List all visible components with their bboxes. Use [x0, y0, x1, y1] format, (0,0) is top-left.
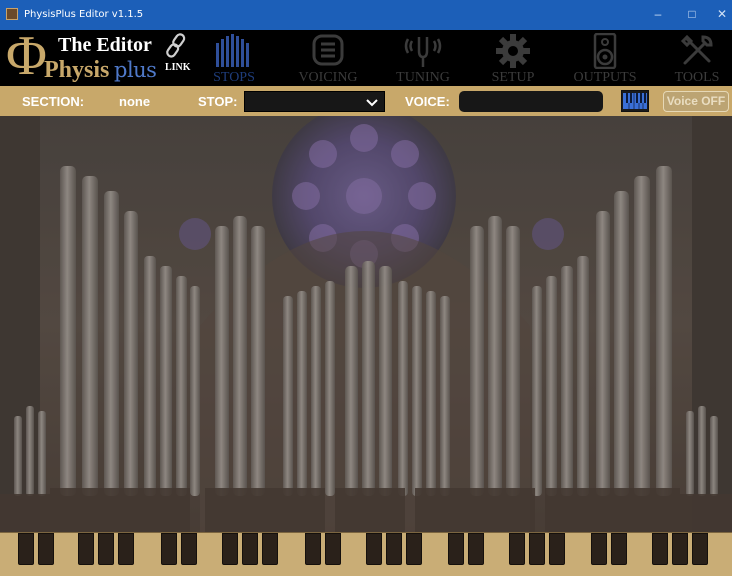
- minimize-button[interactable]: –: [650, 6, 666, 22]
- window-title: PhysisPlus Editor v1.1.5: [24, 9, 144, 20]
- tab-tools-label: TOOLS: [674, 70, 720, 85]
- brand-name: Physis: [44, 57, 110, 83]
- black-key[interactable]: [181, 533, 197, 565]
- tools-icon: [680, 34, 713, 65]
- stop-dropdown[interactable]: [244, 91, 385, 112]
- black-key[interactable]: [325, 533, 341, 565]
- voice-label: VOICE:: [405, 94, 450, 109]
- voicing-icon: [312, 34, 344, 66]
- black-key[interactable]: [611, 533, 627, 565]
- keyboard-button[interactable]: [621, 90, 649, 112]
- black-key[interactable]: [468, 533, 484, 565]
- tab-voicing-label: VOICING: [298, 70, 358, 85]
- tab-tuning[interactable]: TUNING: [392, 30, 454, 86]
- keyboard-icon: [623, 93, 647, 109]
- chevron-down-icon: [366, 99, 378, 107]
- black-key[interactable]: [262, 533, 278, 565]
- tuning-fork-icon: [404, 37, 442, 67]
- organ-facade-image: [0, 116, 732, 532]
- black-key[interactable]: [305, 533, 321, 565]
- section-label: SECTION:: [22, 94, 85, 109]
- brand-plus: plus: [114, 58, 157, 82]
- title-bar: PhysisPlus Editor v1.1.5 – □ ✕: [0, 0, 732, 30]
- tab-setup[interactable]: SETUP: [485, 30, 541, 86]
- black-key[interactable]: [386, 533, 402, 565]
- black-key[interactable]: [692, 533, 708, 565]
- tab-voicing[interactable]: VOICING: [293, 30, 363, 86]
- section-value: none: [119, 94, 151, 109]
- tab-setup-label: SETUP: [491, 70, 535, 85]
- gear-icon: [496, 34, 530, 68]
- black-key[interactable]: [78, 533, 94, 565]
- black-key[interactable]: [529, 533, 545, 565]
- stop-label: STOP:: [198, 94, 238, 109]
- close-button[interactable]: ✕: [714, 6, 730, 22]
- maximize-button[interactable]: □: [684, 6, 700, 22]
- main-toolbar: Φ The Editor Physis plus LINK STOPS VOIC…: [0, 25, 732, 87]
- section-bar: SECTION: none STOP: VOICE: Voice OFF: [0, 86, 732, 116]
- speaker-icon: [593, 33, 617, 69]
- black-key[interactable]: [509, 533, 525, 565]
- black-key[interactable]: [18, 533, 34, 565]
- black-key[interactable]: [652, 533, 668, 565]
- black-key[interactable]: [222, 533, 238, 565]
- tab-tools[interactable]: TOOLS: [670, 30, 724, 86]
- black-key[interactable]: [549, 533, 565, 565]
- brand-title: The Editor: [58, 34, 152, 56]
- piano-keyboard[interactable]: [0, 532, 732, 576]
- phi-logo-icon: Φ: [6, 25, 47, 87]
- black-key[interactable]: [448, 533, 464, 565]
- black-key[interactable]: [366, 533, 382, 565]
- tab-tuning-label: TUNING: [396, 70, 450, 85]
- organ-pipes-icon: [216, 34, 249, 67]
- tab-outputs-label: OUTPUTS: [573, 70, 637, 85]
- link-label[interactable]: LINK: [165, 62, 191, 73]
- black-key[interactable]: [242, 533, 258, 565]
- link-icon[interactable]: [164, 32, 190, 60]
- app-icon: [6, 8, 18, 20]
- organ-image: [0, 116, 732, 532]
- black-key[interactable]: [118, 533, 134, 565]
- black-key[interactable]: [38, 533, 54, 565]
- tab-stops[interactable]: STOPS: [203, 30, 265, 86]
- black-key[interactable]: [406, 533, 422, 565]
- black-key[interactable]: [672, 533, 688, 565]
- black-key[interactable]: [591, 533, 607, 565]
- black-key[interactable]: [98, 533, 114, 565]
- voice-field[interactable]: [459, 91, 603, 112]
- tab-stops-label: STOPS: [213, 70, 255, 85]
- voice-toggle-button[interactable]: Voice OFF: [663, 91, 729, 112]
- tab-outputs[interactable]: OUTPUTS: [572, 30, 638, 86]
- black-key[interactable]: [161, 533, 177, 565]
